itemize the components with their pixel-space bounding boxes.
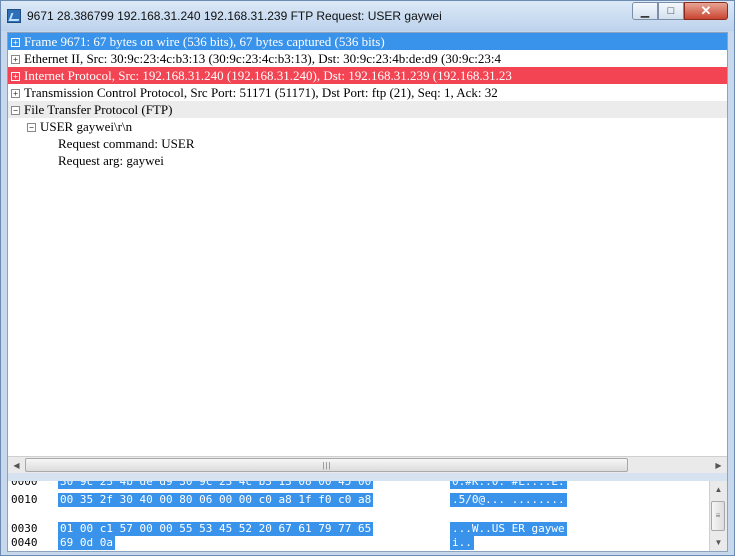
window-controls: ▁ □ ✕ [632, 2, 728, 22]
scroll-left-icon[interactable]: ◀ [8, 457, 25, 474]
maximize-button[interactable]: □ [658, 2, 684, 20]
hex-dump-pane: 0000 30 9c 23 4b de d9 30 9c 23 4c b3 13… [8, 481, 727, 551]
tree-row-tcp[interactable]: + Transmission Control Protocol, Src Port… [8, 84, 727, 101]
tree-row-request-command[interactable]: Request command: USER [8, 135, 727, 152]
wireshark-app-icon [7, 9, 21, 23]
client-area: + Frame 9671: 67 bytes on wire (536 bits)… [7, 32, 728, 552]
tree-row-label: USER gaywei\r\n [40, 119, 133, 134]
packet-detail-window: 9671 28.386799 192.168.31.240 192.168.31… [0, 0, 735, 556]
hex-bytes: 69 0d 0a [58, 536, 115, 550]
collapse-icon[interactable]: − [27, 123, 36, 132]
tree-row-ethernet[interactable]: + Ethernet II, Src: 30:9c:23:4c:b3:13 (30… [8, 50, 727, 67]
expand-icon[interactable]: + [11, 55, 20, 64]
tree-row-label: Ethernet II, Src: 30:9c:23:4c:b3:13 (30:… [24, 51, 501, 66]
tree-row-label: File Transfer Protocol (FTP) [24, 102, 173, 117]
tree-row-frame[interactable]: + Frame 9671: 67 bytes on wire (536 bits)… [8, 33, 727, 50]
expand-icon[interactable]: + [11, 38, 20, 47]
minimize-button[interactable]: ▁ [632, 2, 658, 20]
tree-row-ftp-user[interactable]: − USER gaywei\r\n [8, 118, 727, 135]
close-button[interactable]: ✕ [684, 2, 728, 20]
close-icon: ✕ [700, 3, 712, 18]
vertical-scroll-thumb[interactable]: ≡ [711, 501, 725, 531]
scroll-up-icon[interactable]: ▲ [710, 481, 727, 498]
tree-row-ip[interactable]: + Internet Protocol, Src: 192.168.31.240 … [8, 67, 727, 84]
scroll-down-icon[interactable]: ▼ [710, 534, 727, 551]
pane-splitter[interactable] [8, 473, 727, 481]
hex-bytes: 30 9c 23 4b de d9 30 9c 23 4c b3 13 08 0… [58, 481, 374, 489]
hex-offset: 0040 [11, 536, 38, 549]
tree-row-label: Internet Protocol, Src: 192.168.31.240 (… [24, 68, 512, 83]
tree-row-label: Request command: USER [58, 136, 195, 151]
title-bar[interactable]: 9671 28.386799 192.168.31.240 192.168.31… [1, 1, 734, 31]
window-title: 9671 28.386799 192.168.31.240 192.168.31… [27, 9, 442, 23]
hex-ascii: .5/0@... ........ [450, 493, 567, 507]
tree-row-request-arg[interactable]: Request arg: gaywei [8, 152, 727, 169]
collapse-icon[interactable]: − [11, 106, 20, 115]
minimize-icon: ▁ [640, 5, 650, 18]
packet-details-tree: + Frame 9671: 67 bytes on wire (536 bits)… [8, 33, 727, 456]
maximize-icon: □ [667, 5, 675, 17]
expand-icon[interactable]: + [11, 89, 20, 98]
hex-ascii: ...W..US ER gaywe [450, 522, 567, 536]
hex-ascii: 0.#K..0. #L....E. [450, 481, 567, 489]
hex-offset: 0030 [11, 522, 38, 535]
tree-row-label: Frame 9671: 67 bytes on wire (536 bits),… [24, 34, 385, 49]
hex-bytes: 00 35 2f 30 40 00 80 06 00 00 c0 a8 1f f… [58, 493, 374, 507]
tree-row-ftp[interactable]: − File Transfer Protocol (FTP) [8, 101, 727, 118]
hex-ascii: i.. [450, 536, 474, 550]
hex-offset: 0010 [11, 493, 38, 506]
vertical-scrollbar[interactable]: ▲ ≡ ▼ [709, 481, 727, 551]
hex-bytes: 01 00 c1 57 00 00 55 53 45 52 20 67 61 7… [58, 522, 374, 536]
hex-offset: 0000 [11, 481, 38, 488]
grip-icon: ||| [322, 461, 332, 470]
grip-icon: ≡ [715, 511, 721, 520]
tree-row-label: Transmission Control Protocol, Src Port:… [24, 85, 498, 100]
tree-row-label: Request arg: gaywei [58, 153, 164, 168]
expand-icon[interactable]: + [11, 72, 20, 81]
scroll-right-icon[interactable]: ▶ [710, 457, 727, 474]
horizontal-scroll-thumb[interactable]: ||| [25, 458, 628, 472]
